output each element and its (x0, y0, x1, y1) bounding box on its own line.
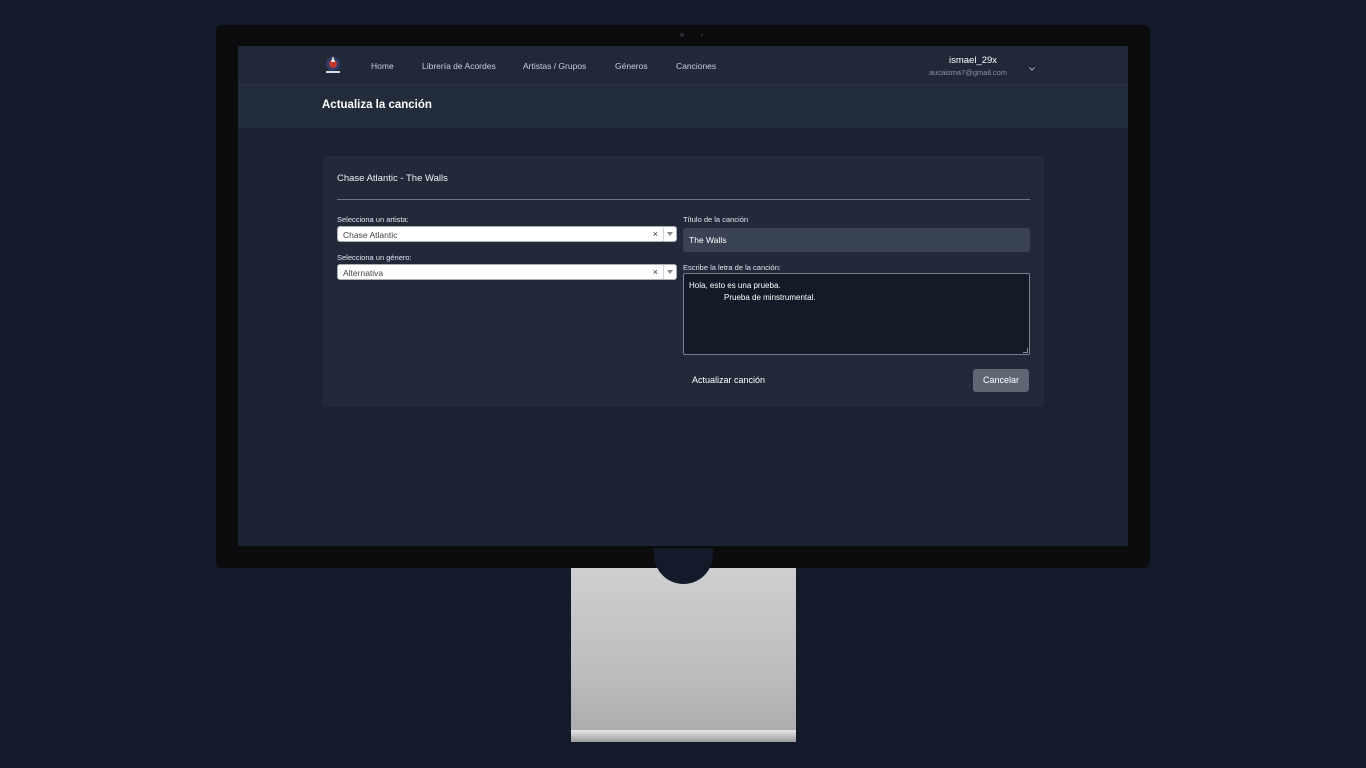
genre-label: Selecciona un género: (337, 253, 412, 262)
song-form-card: Chase Atlantic - The Walls Selecciona un… (322, 156, 1044, 407)
lyrics-line: Hola, esto es una prueba. (689, 281, 781, 290)
lyrics-line: Prueba de minstrumental. (724, 293, 816, 302)
nav-genres[interactable]: Géneros (615, 61, 648, 71)
camera-sensor (701, 34, 703, 36)
clear-icon[interactable]: × (653, 229, 658, 239)
dropdown-toggle[interactable] (663, 227, 676, 241)
nav-chord-library[interactable]: Librería de Acordes (422, 61, 496, 71)
resize-handle-icon[interactable] (1023, 348, 1028, 353)
genre-select-value: Alternativa (343, 268, 384, 278)
stand-base (571, 730, 796, 742)
nav-artists-groups[interactable]: Artistas / Grupos (523, 61, 586, 71)
nav-songs[interactable]: Canciones (676, 61, 716, 71)
camera-icon (680, 33, 684, 37)
artist-label: Selecciona un artista: (337, 215, 409, 224)
user-email: aucaisma7@gmail.com (929, 68, 1008, 77)
song-title-value: The Walls (689, 235, 727, 245)
page-title: Actualiza la canción (322, 99, 432, 111)
page-header: Actualiza la canción (238, 85, 1128, 128)
genre-select[interactable]: Alternativa × (337, 264, 677, 280)
clear-icon[interactable]: × (653, 267, 658, 277)
navbar: Home Librería de Acordes Artistas / Grup… (238, 46, 1128, 85)
song-title-label: Título de la canción (683, 215, 749, 224)
app-screen: Home Librería de Acordes Artistas / Grup… (238, 46, 1128, 546)
dropdown-arrow-icon (667, 270, 673, 274)
app-logo-icon[interactable] (322, 54, 344, 76)
lyrics-textarea[interactable]: Hola, esto es una prueba. Prueba de mins… (683, 273, 1030, 355)
cancel-button[interactable]: Cancelar (973, 369, 1029, 392)
monitor-stand (571, 568, 796, 742)
update-song-button[interactable]: Actualizar canción (692, 375, 765, 385)
card-title: Chase Atlantic - The Walls (337, 173, 448, 184)
user-name[interactable]: ismael_29x (949, 55, 997, 66)
chevron-down-icon[interactable] (1028, 60, 1036, 71)
divider (337, 199, 1030, 200)
lyrics-label: Escribe la letra de la canción: (683, 263, 781, 272)
nav-home[interactable]: Home (371, 61, 394, 71)
dropdown-arrow-icon (667, 232, 673, 236)
artist-select[interactable]: Chase Atlantic × (337, 226, 677, 242)
artist-select-value: Chase Atlantic (343, 230, 398, 240)
song-title-input[interactable]: The Walls (683, 228, 1030, 252)
dropdown-toggle[interactable] (663, 265, 676, 279)
